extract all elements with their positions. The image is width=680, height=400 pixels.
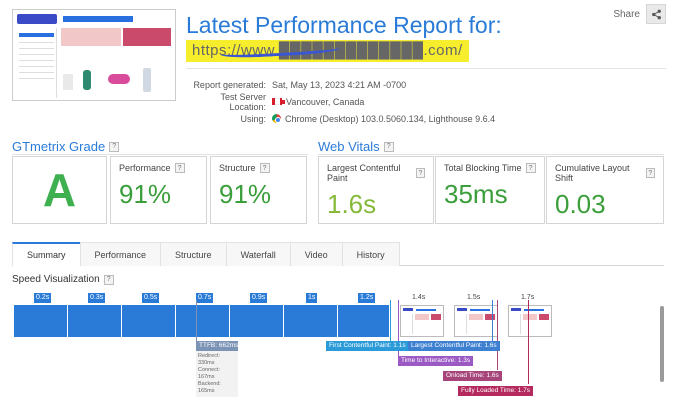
- thumb-product: [83, 70, 91, 90]
- onload-marker: [497, 300, 498, 370]
- help-icon[interactable]: ?: [174, 163, 185, 173]
- tab-structure[interactable]: Structure: [160, 242, 227, 266]
- ttfb-backend: Backend: 165ms: [198, 381, 221, 394]
- ttfb-info: TTFB: 662ms Redirect: 330ms Connect: 167…: [196, 341, 238, 397]
- fully-loaded-label: Fully Loaded Time: 1.7s: [458, 386, 534, 396]
- tti-label: Time to Interactive: 1.3s: [398, 356, 474, 366]
- frame-time-label: 0.5s: [142, 293, 160, 303]
- canada-flag-icon: [272, 98, 285, 105]
- tab-summary[interactable]: Summary: [12, 242, 81, 266]
- help-icon[interactable]: ?: [645, 168, 655, 178]
- filmstrip-frame-screenshot[interactable]: [400, 305, 444, 337]
- cls-box: Cumulative Layout Shift? 0.03: [546, 156, 664, 224]
- grade-divider: [12, 154, 308, 155]
- performance-score: 91%: [119, 179, 172, 209]
- header-divider: [186, 68, 666, 69]
- frame-time-label: 0.9s: [250, 293, 268, 303]
- lcp-label: Largest Contentful Paint: 1.6s: [408, 341, 500, 351]
- share-label: Share: [613, 8, 640, 20]
- help-icon[interactable]: ?: [259, 163, 270, 173]
- ttfb-connect: Connect: 167ms: [198, 367, 221, 380]
- filmstrip-frame[interactable]: [176, 305, 230, 337]
- filmstrip-frame[interactable]: [14, 305, 68, 337]
- lcp-marker: [492, 300, 493, 341]
- thumb-logo: [17, 14, 57, 24]
- tab-performance[interactable]: Performance: [79, 242, 162, 266]
- ttfb-redirect: Redirect: 330ms: [198, 353, 221, 366]
- frame-time-label: 1.2s: [358, 293, 376, 303]
- fcp-marker: [390, 300, 391, 341]
- tbt-box: Total Blocking Time? 35ms: [435, 156, 545, 224]
- chrome-icon: [272, 114, 281, 123]
- speed-visualization-title: Speed Visualization ?: [12, 274, 114, 285]
- help-icon[interactable]: ?: [109, 141, 120, 152]
- web-vitals-title: Web Vitals ?: [318, 139, 394, 154]
- fcp-label: First Contentful Paint: 1.1s: [326, 341, 409, 351]
- filmstrip-frame[interactable]: [338, 305, 390, 337]
- vertical-scrollbar[interactable]: [660, 306, 664, 382]
- help-icon[interactable]: ?: [383, 141, 394, 152]
- help-icon[interactable]: ?: [415, 168, 425, 178]
- structure-score: 91%: [219, 179, 272, 209]
- meta-server-location: Test Server Location: Vancouver, Canada: [220, 91, 365, 112]
- tbt-value: 35ms: [444, 179, 508, 209]
- gtmetrix-grade-title: GTmetrix Grade ?: [12, 139, 120, 154]
- ttfb-label: TTFB: 662ms: [196, 341, 238, 351]
- thumb-banner: [61, 28, 121, 46]
- frame-time-label: 1s: [306, 293, 318, 303]
- thumb-product: [63, 74, 73, 90]
- frame-time-label: 0.2s: [34, 293, 52, 303]
- structure-score-box: Structure? 91%: [210, 156, 307, 224]
- help-icon[interactable]: ?: [103, 274, 114, 285]
- frame-time-label: 0.7s: [196, 293, 214, 303]
- tab-waterfall[interactable]: Waterfall: [225, 242, 291, 266]
- filmstrip-frame[interactable]: [122, 305, 176, 337]
- thumb-sidebar: [17, 28, 57, 98]
- tab-history[interactable]: History: [341, 242, 400, 266]
- report-tabs: Summary Performance Structure Waterfall …: [12, 242, 664, 266]
- page-screenshot-thumbnail[interactable]: [12, 9, 176, 101]
- lcp-value: 1.6s: [327, 189, 377, 219]
- share-control[interactable]: Share: [613, 4, 666, 24]
- share-button[interactable]: [646, 4, 666, 24]
- filmstrip-frame[interactable]: [68, 305, 122, 337]
- frame-time-label: 1.5s: [467, 294, 481, 301]
- thumb-product: [143, 68, 151, 92]
- meta-report-generated: Report generated: Sat, May 13, 2023 4:21…: [193, 79, 407, 90]
- report-title: Latest Performance Report for:: [186, 12, 502, 38]
- report-meta: Report generated: Sat, May 13, 2023 4:21…: [186, 76, 495, 127]
- frame-time-label: 1.4s: [412, 294, 426, 301]
- filmstrip-frame[interactable]: [230, 305, 284, 337]
- grade-letter: A: [42, 164, 77, 216]
- filmstrip-frame[interactable]: [284, 305, 338, 337]
- help-icon[interactable]: ?: [525, 163, 536, 173]
- performance-score-box: Performance? 91%: [110, 156, 207, 224]
- meta-browser: Using: Chrome (Desktop) 103.0.5060.134, …: [240, 113, 496, 124]
- tab-video[interactable]: Video: [289, 242, 343, 266]
- filmstrip-frame-screenshot[interactable]: [508, 305, 552, 337]
- vitals-divider: [318, 154, 664, 155]
- grade-letter-box: A: [12, 156, 107, 224]
- onload-label: Onload Time: 1.6s: [443, 371, 502, 381]
- thumb-search-bar: [63, 16, 133, 22]
- thumb-product: [108, 74, 130, 84]
- lcp-box: Largest Contentful Paint? 1.6s: [318, 156, 434, 224]
- ttfb-marker: [196, 300, 197, 342]
- share-icon: [651, 9, 661, 19]
- fully-loaded-marker: [528, 300, 529, 384]
- frame-time-label: 0.3s: [88, 293, 106, 303]
- cls-value: 0.03: [555, 189, 606, 219]
- thumb-banner-2: [123, 28, 171, 46]
